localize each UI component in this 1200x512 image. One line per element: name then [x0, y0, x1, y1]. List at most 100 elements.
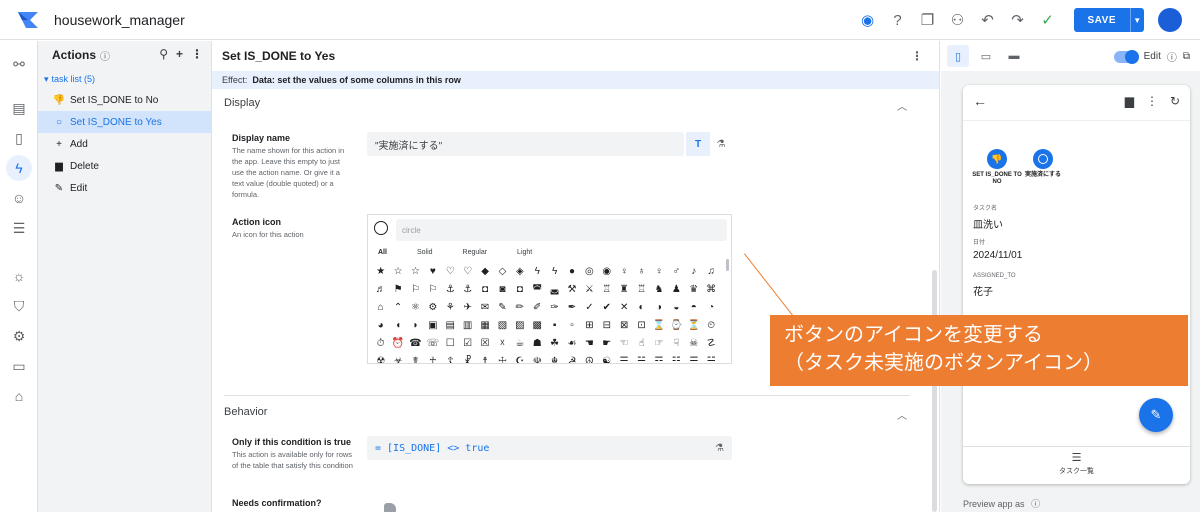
icon-option[interactable]: ◗: [407, 317, 424, 335]
action-item-set-yes[interactable]: ○ Set IS_DONE to Yes: [38, 111, 211, 133]
icon-option[interactable]: ☣: [389, 353, 406, 363]
icon-option[interactable]: ⌛: [650, 317, 667, 335]
icon-option[interactable]: ☞: [650, 335, 667, 353]
trash-icon[interactable]: ▆: [1125, 94, 1134, 108]
icon-option[interactable]: ⚘: [442, 299, 459, 317]
icon-option[interactable]: ♀: [650, 263, 667, 281]
tab-regular[interactable]: Regular: [463, 249, 488, 256]
action-item-add[interactable]: + Add: [38, 133, 211, 155]
icon-option[interactable]: ⚐: [424, 281, 441, 299]
icon-option[interactable]: ◘: [511, 281, 528, 299]
ideas-icon[interactable]: ⚯: [6, 51, 32, 77]
copy-icon[interactable]: ❐: [914, 6, 942, 34]
icon-option[interactable]: ϟ: [546, 263, 563, 281]
mobile-views-icon[interactable]: ▯: [6, 125, 32, 151]
icon-option[interactable]: ✈: [459, 299, 476, 317]
monitor-icon[interactable]: ▭: [6, 353, 32, 379]
more-vert-icon[interactable]: ⋮: [191, 47, 203, 61]
icon-option[interactable]: ⚒: [563, 281, 580, 299]
icon-option[interactable]: ★: [372, 263, 389, 281]
icon-option[interactable]: ☗: [529, 335, 546, 353]
refresh-icon[interactable]: ↻: [1170, 94, 1180, 108]
icon-option[interactable]: ☨: [476, 353, 493, 363]
icon-option[interactable]: ☯: [598, 353, 615, 363]
icon-option[interactable]: ♡: [459, 263, 476, 281]
icon-option[interactable]: ⏱: [372, 335, 389, 353]
icon-option[interactable]: ☠: [685, 335, 702, 353]
info-icon[interactable]: ⓘ: [1031, 499, 1040, 509]
icon-option[interactable]: ◚: [529, 281, 546, 299]
icon-option[interactable]: ⌚: [668, 317, 685, 335]
icon-option[interactable]: ⊟: [598, 317, 615, 335]
icon-option[interactable]: ⚙: [424, 299, 441, 317]
icon-option[interactable]: ☱: [633, 353, 650, 363]
icon-option[interactable]: ▧: [494, 317, 511, 335]
icon-option[interactable]: ☥: [424, 353, 441, 363]
icon-option[interactable]: ☤: [407, 353, 424, 363]
icon-option[interactable]: ⊠: [615, 317, 632, 335]
icon-option[interactable]: ⚑: [389, 281, 406, 299]
icon-option[interactable]: ♜: [615, 281, 632, 299]
icon-option[interactable]: ◖: [389, 317, 406, 335]
icon-option[interactable]: ☆: [407, 263, 424, 281]
icon-option[interactable]: ☑: [459, 335, 476, 353]
icon-option[interactable]: ▪: [546, 317, 563, 335]
more-vert-icon[interactable]: ⋮: [1146, 94, 1158, 108]
search-icon[interactable]: ⚲: [159, 47, 168, 61]
add-icon[interactable]: +: [176, 47, 183, 61]
text-mode-icon[interactable]: T: [686, 132, 710, 156]
icon-option[interactable]: ♫: [702, 263, 719, 281]
info-icon[interactable]: ⓘ: [1167, 49, 1177, 64]
share-user-icon[interactable]: ⚇: [944, 6, 972, 34]
icon-option[interactable]: ☳: [668, 353, 685, 363]
action-item-set-no[interactable]: 👎 Set IS_DONE to No: [38, 89, 211, 111]
edit-fab-button[interactable]: ✎: [1139, 398, 1173, 432]
editor-scrollbar[interactable]: [932, 270, 937, 512]
icon-option[interactable]: ⚐: [407, 281, 424, 299]
icon-option[interactable]: ◉: [598, 263, 615, 281]
save-button[interactable]: SAVE ▼: [1073, 8, 1144, 32]
icon-option[interactable]: ▩: [529, 317, 546, 335]
icon-option[interactable]: ☓: [494, 335, 511, 353]
icon-option[interactable]: ✓: [581, 299, 598, 317]
icon-option[interactable]: ☘: [546, 335, 563, 353]
icon-option[interactable]: ▫: [563, 317, 580, 335]
preview-action-set-no[interactable]: 👎 SET IS_DONE TO NO: [971, 149, 1023, 186]
chevron-up-icon[interactable]: ︿: [897, 407, 907, 422]
icon-option[interactable]: ☧: [459, 353, 476, 363]
flask-icon[interactable]: ⚗: [709, 132, 733, 156]
icon-option[interactable]: ☕: [511, 335, 528, 353]
icon-option[interactable]: ◕: [372, 317, 389, 335]
icon-option[interactable]: ⚔: [581, 281, 598, 299]
condition-input[interactable]: = [IS_DONE] <> true ⚗: [367, 436, 732, 460]
icon-option[interactable]: ☪: [511, 353, 528, 363]
icon-option[interactable]: ☦: [442, 353, 459, 363]
learn-graduation-icon[interactable]: ⌂: [6, 383, 32, 409]
icon-option[interactable]: ☙: [563, 335, 580, 353]
icon-option[interactable]: ☏: [424, 335, 441, 353]
edit-toggle[interactable]: [1113, 49, 1139, 64]
icon-option[interactable]: ♛: [685, 281, 702, 299]
icon-grid-scrollbar[interactable]: [726, 259, 729, 271]
icon-option[interactable]: ✕: [615, 299, 632, 317]
icon-option[interactable]: ✑: [546, 299, 563, 317]
icon-option[interactable]: ⌃: [389, 299, 406, 317]
icon-option[interactable]: ☲: [650, 353, 667, 363]
lightbulb-icon[interactable]: ☼: [6, 263, 32, 289]
security-shield-icon[interactable]: ⛉: [6, 293, 32, 319]
icon-option[interactable]: ☫: [529, 353, 546, 363]
icon-option[interactable]: ●: [563, 263, 580, 281]
icon-option[interactable]: ⏲: [702, 317, 719, 335]
icon-option[interactable]: ✒: [563, 299, 580, 317]
bot-icon[interactable]: ☺: [6, 185, 32, 211]
help-icon[interactable]: ?: [884, 6, 912, 34]
icon-option[interactable]: ϟ: [529, 263, 546, 281]
icon-option[interactable]: ◙: [494, 281, 511, 299]
icon-option[interactable]: ◆: [476, 263, 493, 281]
icon-option[interactable]: ◑: [650, 299, 667, 317]
icon-option[interactable]: ✐: [529, 299, 546, 317]
icon-option[interactable]: ♖: [633, 281, 650, 299]
icon-option[interactable]: ⊡: [633, 317, 650, 335]
info-icon[interactable]: ⓘ: [100, 48, 110, 63]
settings-gear-icon[interactable]: ⚙: [6, 323, 32, 349]
